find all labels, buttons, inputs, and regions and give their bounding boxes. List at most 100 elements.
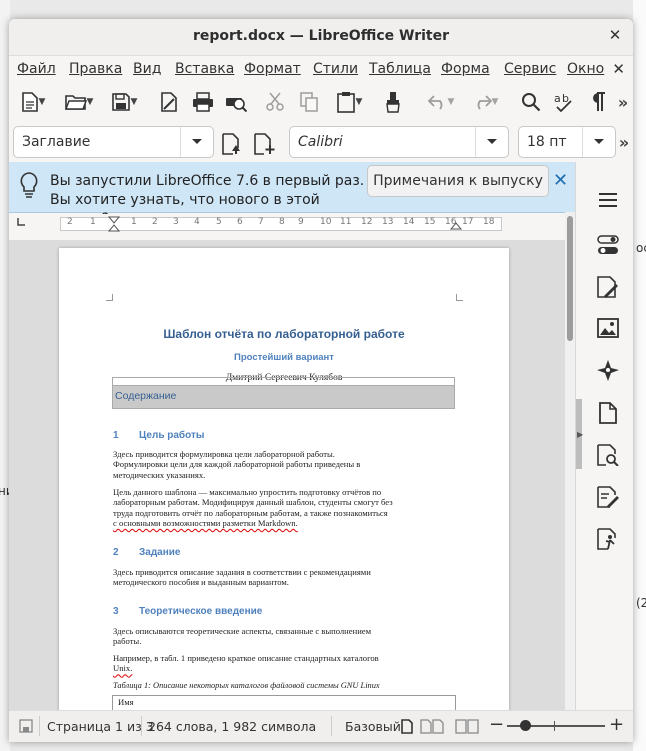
menu-tools[interactable]: Сервис (504, 61, 556, 77)
ruler-number: 16 (445, 217, 457, 227)
status-separator (141, 716, 142, 736)
close-document-icon[interactable]: ✕ (612, 60, 625, 78)
toolbar-overflow-icon[interactable]: » (615, 89, 631, 115)
sidebar-menu-button[interactable] (595, 187, 621, 213)
single-page-view-icon[interactable] (401, 719, 413, 734)
new-style-icon (254, 133, 275, 155)
paragraph[interactable]: Цель данного шаблона — максимально упрос… (113, 487, 458, 529)
undo-button[interactable]: ▼ (421, 89, 461, 115)
toc-heading: Содержание (115, 390, 177, 402)
document-page[interactable]: Шаблон отчёта по лабораторной работе Про… (59, 248, 509, 710)
word-count[interactable]: 264 слова, 1 982 символа (148, 719, 316, 734)
document-modified-icon[interactable] (19, 719, 33, 733)
table-header-cell[interactable]: Имя (118, 697, 134, 707)
horizontal-ruler[interactable]: 2 1 1 2 3 4 5 6 7 8 9 10 11 12 13 14 15 … (9, 214, 565, 240)
ruler-number: 11 (340, 217, 352, 227)
multi-page-view-icon[interactable] (420, 719, 444, 734)
new-document-button[interactable]: ▼ (15, 89, 51, 115)
update-style-button[interactable] (221, 131, 245, 157)
font-name-combo[interactable]: Calibri (289, 126, 509, 158)
section-title: Задание (139, 547, 181, 558)
close-infobar-icon[interactable]: ✕ (553, 170, 568, 191)
find-replace-button[interactable] (519, 89, 543, 115)
chevron-down-icon[interactable] (582, 127, 615, 157)
menu-view[interactable]: Вид (133, 61, 161, 77)
title-bar[interactable]: report.docx — LibreOffice Writer ✕ (9, 19, 633, 56)
menu-styles[interactable]: Стили (313, 61, 358, 77)
save-button[interactable]: ▼ (105, 89, 143, 115)
ruler-number: 2 (67, 217, 73, 227)
ruler-number: 4 (194, 217, 200, 227)
sidebar-splitter[interactable]: ▶ (575, 162, 584, 710)
cut-button[interactable] (263, 89, 287, 115)
edit-document-icon (597, 486, 619, 508)
clone-formatting-button[interactable] (381, 89, 405, 115)
sidebar-page-button[interactable] (595, 274, 621, 300)
chevron-down-icon[interactable] (180, 127, 213, 157)
save-icon (111, 93, 130, 111)
paragraph[interactable]: Здесь приводится формулировка цели лабор… (113, 449, 458, 480)
formatting-marks-button[interactable] (587, 89, 609, 115)
paragraph[interactable]: Здесь описываются теоретические аспекты,… (113, 626, 458, 647)
document-subtitle[interactable]: Простейший вариант (59, 352, 509, 363)
chevron-down-icon[interactable] (475, 127, 508, 157)
status-separator (331, 716, 332, 736)
menu-table[interactable]: Таблица (369, 61, 431, 77)
export-pdf-button[interactable] (157, 89, 181, 115)
paragraph[interactable]: Здесь приводится описание задания в соот… (113, 567, 458, 588)
ruler-number: 14 (403, 217, 415, 227)
sidebar-design-button[interactable] (595, 526, 621, 552)
paste-button[interactable]: ▼ (329, 89, 369, 115)
document-canvas[interactable]: Шаблон отчёта по лабораторной работе Про… (9, 240, 565, 710)
menu-window[interactable]: Окно (567, 61, 604, 77)
document-title[interactable]: Шаблон отчёта по лабораторной работе (59, 327, 509, 341)
table-caption[interactable]: Таблица 1: Описание некоторых каталогов … (113, 681, 380, 690)
page-style[interactable]: Базовый (345, 719, 401, 734)
tab-stop-icon[interactable] (17, 218, 25, 226)
menu-form[interactable]: Форма (441, 61, 490, 77)
copy-button[interactable] (297, 89, 321, 115)
sidebar-manage-changes-button[interactable] (595, 484, 621, 510)
whats-new-infobar: Вы запустили LibreOffice 7.6 в первый ра… (9, 162, 575, 227)
section-number: 3 (113, 606, 119, 617)
print-preview-button[interactable] (223, 89, 249, 115)
sidebar-find-button[interactable] (595, 442, 621, 468)
sidebar-navigator-button[interactable] (595, 357, 621, 383)
paragraph[interactable]: Например, в табл. 1 приведено краткое оп… (113, 653, 458, 674)
menu-file[interactable]: Файл (17, 61, 56, 77)
sidebar-style-inspector-button[interactable] (595, 400, 621, 426)
text-line: методического пособия и выданным вариант… (113, 577, 289, 588)
menu-edit[interactable]: Правка (69, 61, 122, 77)
menu-bar: Файл Правка Вид Вставка Формат Стили Таб… (9, 57, 633, 83)
paragraph-style-combo[interactable]: Заглавие (13, 126, 214, 158)
toolbar-overflow-icon[interactable]: » (617, 129, 631, 155)
zoom-slider-handle[interactable] (520, 720, 531, 731)
page-count[interactable]: Страница 1 из 3 (47, 719, 154, 734)
spelling-button[interactable]: ab (551, 89, 575, 115)
section-heading[interactable]: 1 Цель работы (113, 430, 204, 441)
section-heading[interactable]: 3 Теоретическое введение (113, 606, 262, 617)
release-notes-button[interactable]: Примечания к выпуску (367, 165, 549, 197)
book-view-icon[interactable] (455, 719, 479, 734)
directories-table[interactable]: Имя (112, 695, 456, 710)
menu-insert[interactable]: Вставка (175, 61, 234, 77)
zoom-in-button[interactable]: + (609, 714, 624, 735)
window-close-button[interactable]: ✕ (605, 25, 625, 45)
sidebar-properties-button[interactable] (595, 232, 621, 258)
font-size-combo[interactable]: 18 пт (518, 126, 616, 158)
redo-button[interactable]: ▼ (465, 89, 505, 115)
text-line: лабораторным работам. Модифицируя данный… (113, 497, 393, 508)
vertical-scrollbar[interactable] (565, 212, 575, 710)
menu-format[interactable]: Формат (244, 61, 301, 77)
print-button[interactable] (190, 89, 216, 115)
scrollbar-thumb[interactable] (567, 216, 573, 341)
new-style-button[interactable] (253, 131, 277, 157)
zoom-out-button[interactable]: − (489, 714, 504, 735)
sidebar-gallery-button[interactable] (595, 315, 621, 341)
table-of-contents[interactable]: Содержание (112, 385, 455, 409)
ruler-number: 5 (216, 217, 222, 227)
section-heading[interactable]: 2 Задание (113, 547, 180, 558)
ruler-number: 2 (152, 217, 158, 227)
open-button[interactable]: ▼ (59, 89, 99, 115)
indent-marker-icon[interactable] (108, 216, 120, 232)
